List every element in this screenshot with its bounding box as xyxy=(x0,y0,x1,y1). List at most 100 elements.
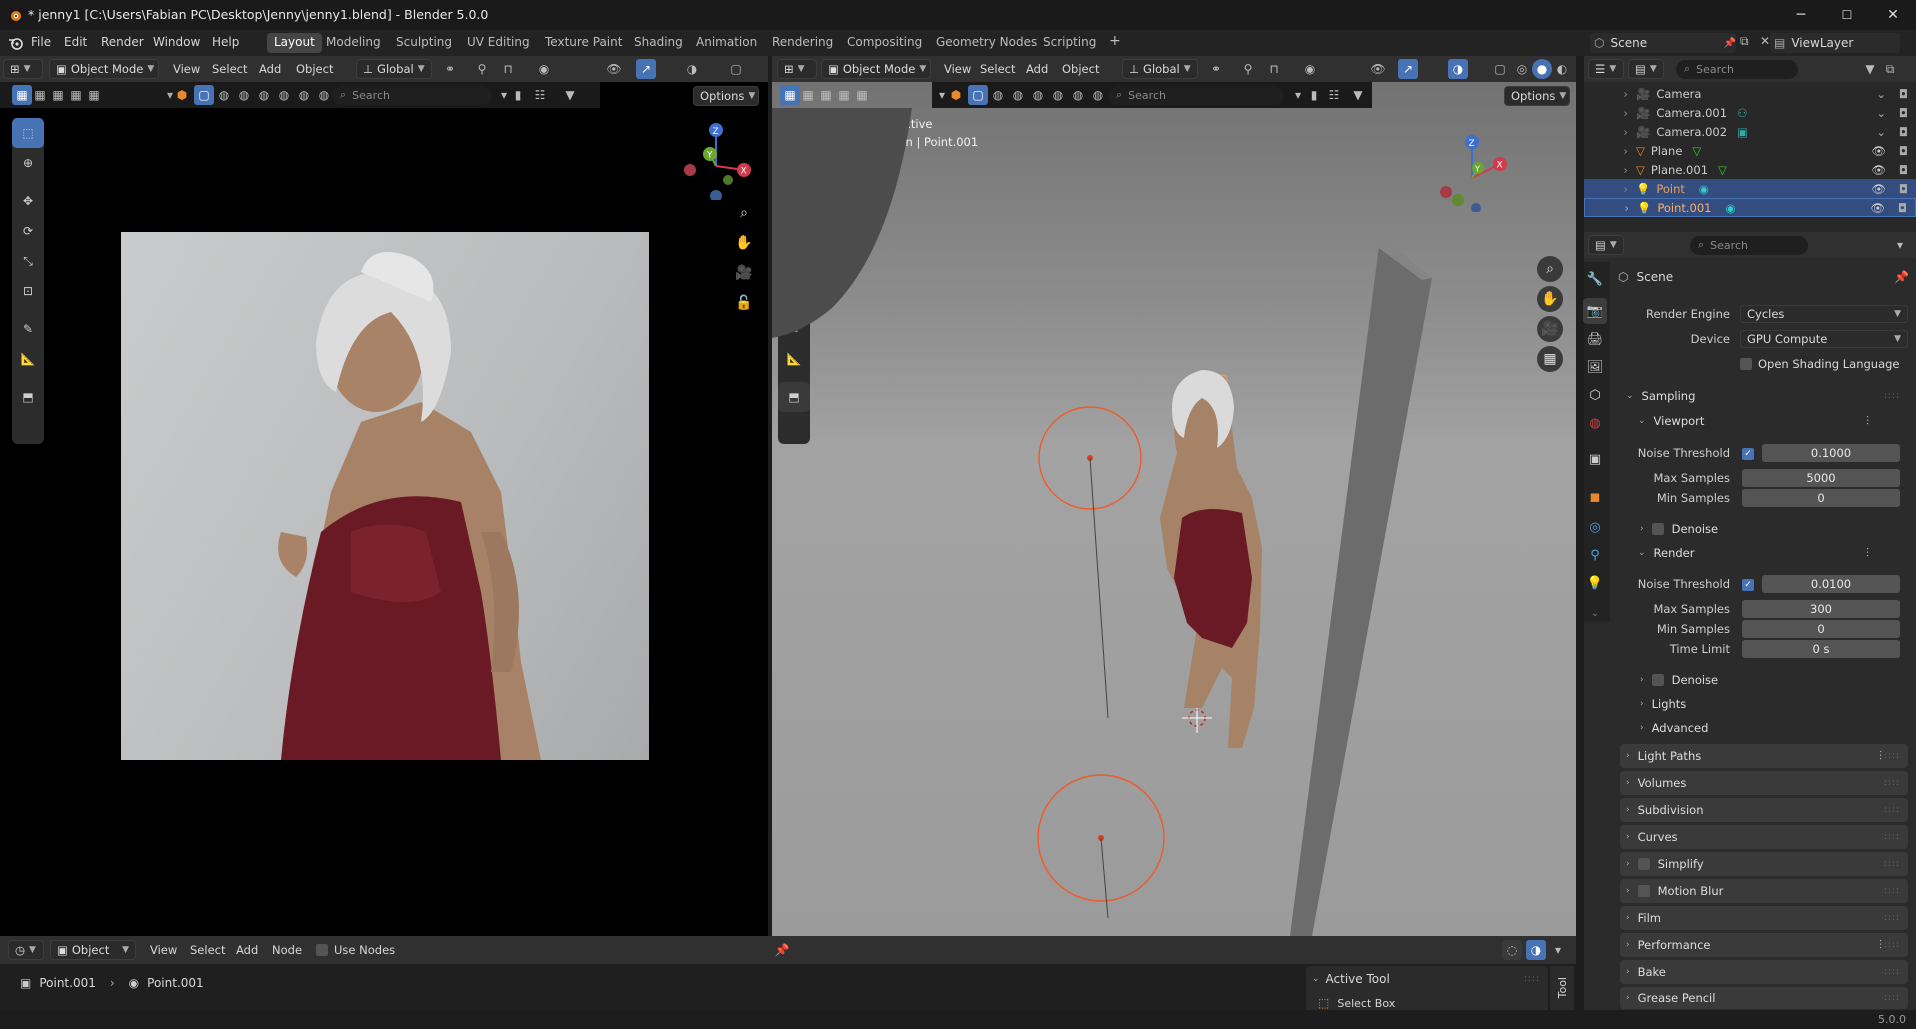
node-menu-view[interactable]: View xyxy=(142,943,185,957)
render-camera-icon[interactable]: ◘ xyxy=(1899,144,1908,158)
outliner-editor-type[interactable]: ☰ ▼ xyxy=(1588,59,1624,79)
visibility-eye-icon[interactable]: ⌄ xyxy=(1876,87,1886,101)
render-presets-icon[interactable]: ⫶ xyxy=(1866,546,1869,561)
viewport-left-search[interactable]: ⌕ Search xyxy=(332,85,492,105)
bookmark-icon-right[interactable]: ▮ xyxy=(1304,85,1324,105)
motion-blur-checkbox[interactable] xyxy=(1637,885,1650,897)
render-camera-icon[interactable]: ◘ xyxy=(1898,201,1907,215)
render-camera-icon[interactable]: ◘ xyxy=(1899,163,1908,177)
menu-add[interactable]: Add xyxy=(251,62,289,76)
render-noise-checkbox[interactable]: ✓ xyxy=(1742,579,1754,591)
shading-icon-6[interactable]: ◍ xyxy=(314,85,334,105)
proportional-edit-icon[interactable]: ◉ xyxy=(534,59,554,79)
bookmark-icon[interactable]: ▮ xyxy=(508,85,528,105)
menu-object[interactable]: Object xyxy=(288,62,341,76)
scene-tab-icon[interactable]: ⬡ xyxy=(1583,382,1607,408)
shading-icon-right-3[interactable]: ◍ xyxy=(1028,85,1048,105)
menu-render[interactable]: Render xyxy=(101,35,144,49)
outliner-row-camera-001[interactable]: › 🎥 Camera.001 ⚇ ⌄ ◘ xyxy=(1584,103,1916,122)
snap-target-icon-right[interactable]: ⊓ xyxy=(1264,59,1284,79)
grease-pencil-panel[interactable]: › Grease Pencil:::: xyxy=(1620,987,1908,1009)
camera-view-icon-right[interactable]: 🎥 xyxy=(1537,316,1563,342)
editor-type-dropdown[interactable]: ⊞ ▼ xyxy=(3,59,43,79)
snap-target-icon[interactable]: ⊓ xyxy=(498,59,518,79)
node-editor[interactable]: ◷ ▼ ▣ Object ▼ View Select Add Node Use Nod… xyxy=(0,936,1576,1010)
presets-icon[interactable]: ⫶ xyxy=(1866,414,1869,429)
properties-options-icon[interactable]: ▾ xyxy=(1890,235,1910,255)
object-tab-icon[interactable]: ◼ xyxy=(1583,484,1607,510)
use-nodes-checkbox[interactable] xyxy=(316,944,328,956)
curves-panel[interactable]: › Curves:::: xyxy=(1620,825,1908,849)
select-mode-invert-icon[interactable]: ▦ xyxy=(66,85,86,105)
context-pin-icon[interactable]: 📌 xyxy=(1894,270,1909,284)
proportional-edit-icon-right[interactable]: ◉ xyxy=(1300,59,1320,79)
object-type-icon[interactable]: ⬢ xyxy=(172,85,192,105)
shading-icon-1[interactable]: ◍ xyxy=(214,85,234,105)
device-dropdown[interactable]: GPU Compute ▼ xyxy=(1740,330,1908,348)
pan-hand-icon[interactable]: ✋ xyxy=(731,230,757,256)
outliner-row-camera[interactable]: › 🎥 Camera ⌄ ◘ xyxy=(1584,84,1916,103)
render-noise-field[interactable]: 0.0100 xyxy=(1762,575,1900,593)
transform-orientation-dropdown-right[interactable]: ⊥ Global ▼ xyxy=(1122,59,1198,79)
render-denoise-checkbox[interactable] xyxy=(1651,674,1664,686)
cursor-tool-icon[interactable]: ⊕ xyxy=(12,148,44,178)
blender-menu-icon[interactable] xyxy=(8,36,23,50)
properties-search[interactable]: ⌕ Search xyxy=(1690,235,1808,255)
snap-icon-right[interactable]: ⚲ xyxy=(1238,59,1258,79)
move-tool-icon[interactable]: ✥ xyxy=(12,186,44,216)
viewport-noise-checkbox[interactable]: ✓ xyxy=(1742,448,1754,460)
lock-icon[interactable]: 🔓 xyxy=(731,290,757,316)
lights-subpanel[interactable]: › Lights xyxy=(1640,697,1686,711)
tab-uv-editing[interactable]: UV Editing xyxy=(460,33,537,53)
render-tab-icon[interactable]: 📷 xyxy=(1583,298,1607,324)
motion-blur-panel[interactable]: › Motion Blur:::: xyxy=(1620,879,1908,903)
node-overlay-icon[interactable]: ◌ xyxy=(1502,940,1522,960)
shading-icon-4[interactable]: ◍ xyxy=(274,85,294,105)
performance-presets-icon[interactable]: ⫶ xyxy=(1879,938,1882,953)
add-cube-tool-icon[interactable]: ⬒ xyxy=(12,382,44,412)
pan-hand-icon-right[interactable]: ✋ xyxy=(1537,286,1563,312)
options-dropdown-right[interactable]: Options ▼ xyxy=(1504,86,1570,106)
tab-scripting[interactable]: Scripting xyxy=(1036,33,1103,53)
outliner-search[interactable]: ⌕ Search xyxy=(1676,59,1798,79)
time-limit-field[interactable]: 0 s xyxy=(1742,640,1900,658)
menu-object-right[interactable]: Object xyxy=(1054,62,1107,76)
shading-icon-right-4[interactable]: ◍ xyxy=(1048,85,1068,105)
camera-view-icon[interactable]: 🎥 xyxy=(731,260,757,286)
select-mode-new-icon-right[interactable]: ▦ xyxy=(780,85,800,105)
menu-view[interactable]: View xyxy=(165,62,208,76)
visibility-eye-icon[interactable]: 👁 xyxy=(1871,182,1886,196)
zoom-icon[interactable]: ⌕ xyxy=(731,200,757,226)
properties-editor-type[interactable]: ▤ ▼ xyxy=(1588,235,1624,255)
object-type-icon-right[interactable]: ⬢ xyxy=(946,85,966,105)
shading-solid-icon[interactable]: ▢ xyxy=(194,85,214,105)
tab-compositing[interactable]: Compositing xyxy=(840,33,929,53)
pivot-icon[interactable]: ⚭ xyxy=(440,59,460,79)
filter-icon[interactable]: ▼ xyxy=(560,85,580,105)
node-overlay-dropdown-icon[interactable]: ▾ xyxy=(1548,940,1568,960)
render-denoise-subpanel[interactable]: › Denoise xyxy=(1640,673,1718,687)
visibility-eye-icon[interactable]: 👁 xyxy=(1870,201,1885,215)
subdivision-panel[interactable]: › Subdivision:::: xyxy=(1620,798,1908,822)
viewport-right[interactable]: ⊞ ▼ ▣ Object Mode ▼ View Select Add Object … xyxy=(772,56,1576,936)
tool-sidebar-tab[interactable]: Tool xyxy=(1550,966,1574,1010)
transform-tool-icon[interactable]: ⊡ xyxy=(12,276,44,306)
solid-shading-icon[interactable]: ● xyxy=(1532,59,1552,79)
menu-window[interactable]: Window xyxy=(153,35,200,49)
visibility-icon[interactable]: 👁 xyxy=(604,59,624,79)
simplify-panel[interactable]: › Simplify:::: xyxy=(1620,852,1908,876)
osl-checkbox[interactable] xyxy=(1740,358,1752,370)
transform-orientation-dropdown[interactable]: ⊥ Global ▼ xyxy=(356,59,432,79)
menu-file[interactable]: File xyxy=(31,35,51,49)
render-max-samples-field[interactable]: 300 xyxy=(1742,600,1900,618)
tabs-more-icon[interactable]: ⌄ xyxy=(1583,600,1607,626)
outliner-row-camera-002[interactable]: › 🎥 Camera.002 ▣ ⌄ ◘ xyxy=(1584,122,1916,141)
menu-select[interactable]: Select xyxy=(204,62,255,76)
overlay-toggle-icon-right[interactable]: ◑ xyxy=(1448,59,1468,79)
node-menu-node[interactable]: Node xyxy=(264,943,310,957)
scene-selector[interactable]: ⬡ Scene 📌 xyxy=(1590,33,1736,53)
xray-toggle-icon[interactable]: ▢ xyxy=(726,59,746,79)
view-layer-tab-icon[interactable]: 🖼 xyxy=(1583,354,1607,380)
shading-icon-right-2[interactable]: ◍ xyxy=(1008,85,1028,105)
tab-animation[interactable]: Animation xyxy=(689,33,764,53)
